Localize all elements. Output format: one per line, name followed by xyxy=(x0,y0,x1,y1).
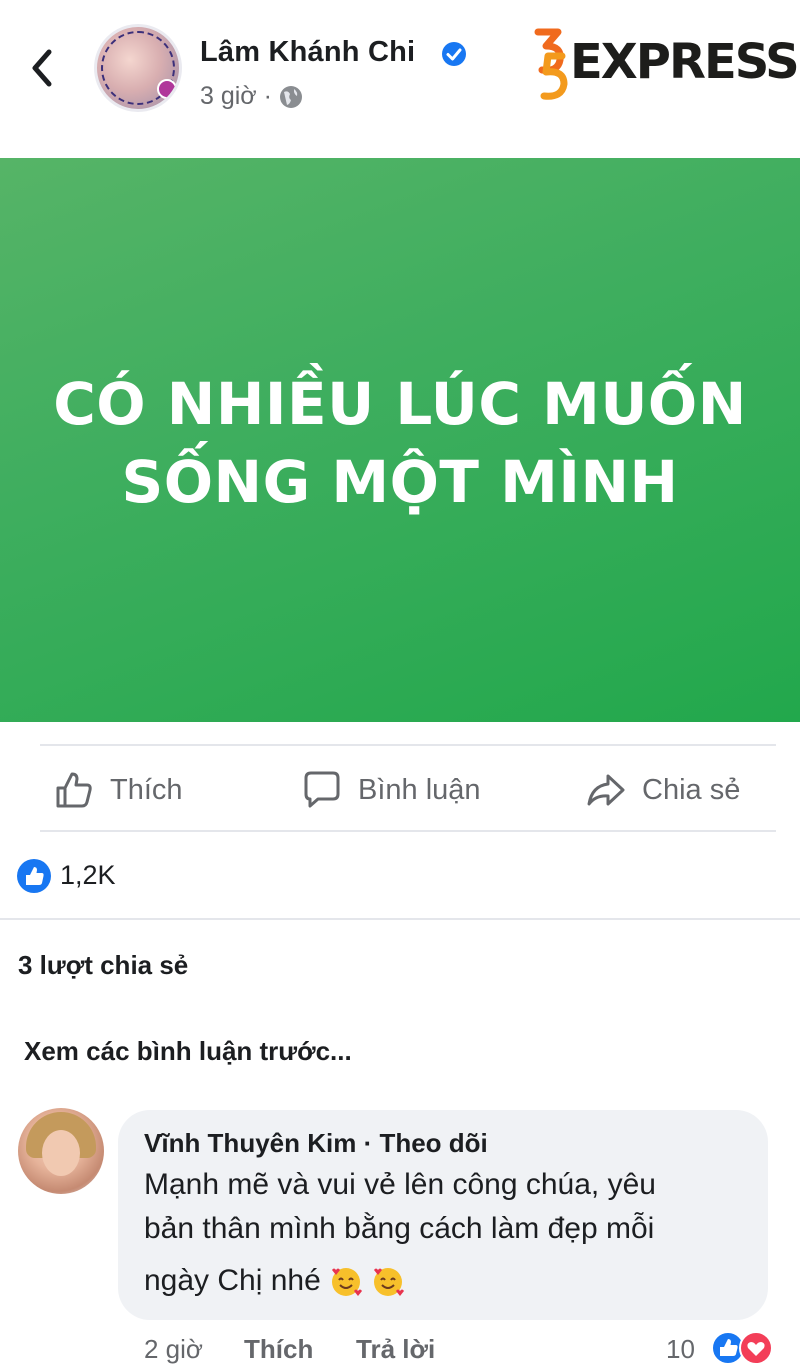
logo-text: EXPRESS xyxy=(570,34,800,90)
back-button[interactable] xyxy=(22,44,62,92)
comment-like-button[interactable]: Thích xyxy=(244,1334,313,1365)
post-time: 3 giờ · xyxy=(200,82,272,110)
smiling-face-with-hearts-icon xyxy=(373,1268,404,1296)
comment-reaction-count[interactable]: 10 xyxy=(666,1334,695,1365)
comment-time: 2 giờ xyxy=(144,1334,203,1364)
divider xyxy=(40,744,776,746)
separator: · xyxy=(356,1128,380,1158)
like-label: Thích xyxy=(110,773,183,806)
thumbs-up-icon xyxy=(56,772,92,808)
comment-label: Bình luận xyxy=(358,773,481,806)
status-text-line-2: SỐNG MỘT MÌNH xyxy=(121,448,679,516)
comment-bubble-icon xyxy=(304,771,340,808)
verified-badge-icon xyxy=(442,42,466,66)
frame-badge-icon xyxy=(157,79,177,99)
view-previous-comments-link[interactable]: Xem các bình luận trước... xyxy=(24,1036,352,1067)
express-watermark-logo: EXPRESS xyxy=(528,26,800,104)
poster-avatar[interactable] xyxy=(94,24,182,112)
follow-link[interactable]: Theo dõi xyxy=(379,1128,487,1158)
commenter-avatar[interactable] xyxy=(18,1108,104,1194)
like-reaction-icon[interactable] xyxy=(16,858,52,894)
like-button[interactable]: Thích xyxy=(52,752,183,828)
post-meta: 3 giờ · xyxy=(200,82,304,111)
share-count[interactable]: 3 lượt chia sẻ xyxy=(18,950,188,981)
status-text-line-1: CÓ NHIỀU LÚC MUỐN xyxy=(53,370,747,438)
comment-button[interactable]: Bình luận xyxy=(300,752,481,828)
heart-reaction-icon xyxy=(739,1331,773,1365)
share-button[interactable]: Chia sẻ xyxy=(584,752,740,828)
smiling-face-with-hearts-icon xyxy=(331,1268,362,1296)
comment-text-line: Mạnh mẽ và vui vẻ lên công chúa, yêu xyxy=(144,1168,656,1201)
commenter-name[interactable]: Vĩnh Thuyên Kim xyxy=(144,1128,356,1158)
comment-text-line: ngày Chị nhé xyxy=(144,1264,405,1298)
comment-text-line: bản thân mình bằng cách làm đẹp mỗi xyxy=(144,1212,655,1245)
share-arrow-icon xyxy=(587,774,625,806)
comment-header: Vĩnh Thuyên Kim · Theo dõi xyxy=(144,1128,488,1159)
share-label: Chia sẻ xyxy=(642,773,741,806)
poster-name[interactable]: Lâm Khánh Chi xyxy=(200,36,415,69)
chevron-left-icon xyxy=(32,49,52,87)
comment-reactions-icons[interactable] xyxy=(706,1330,786,1366)
comment-text-line-3: ngày Chị nhé xyxy=(144,1264,321,1297)
avatar-face xyxy=(42,1130,80,1176)
comment-reply-button[interactable]: Trả lời xyxy=(356,1334,435,1365)
globe-icon[interactable] xyxy=(278,84,304,110)
status-card[interactable]: CÓ NHIỀU LÚC MUỐN SỐNG MỘT MÌNH xyxy=(0,158,800,722)
divider xyxy=(40,830,776,832)
divider xyxy=(0,918,800,920)
reaction-count[interactable]: 1,2K xyxy=(60,860,116,891)
logo-35-mark xyxy=(534,28,568,100)
